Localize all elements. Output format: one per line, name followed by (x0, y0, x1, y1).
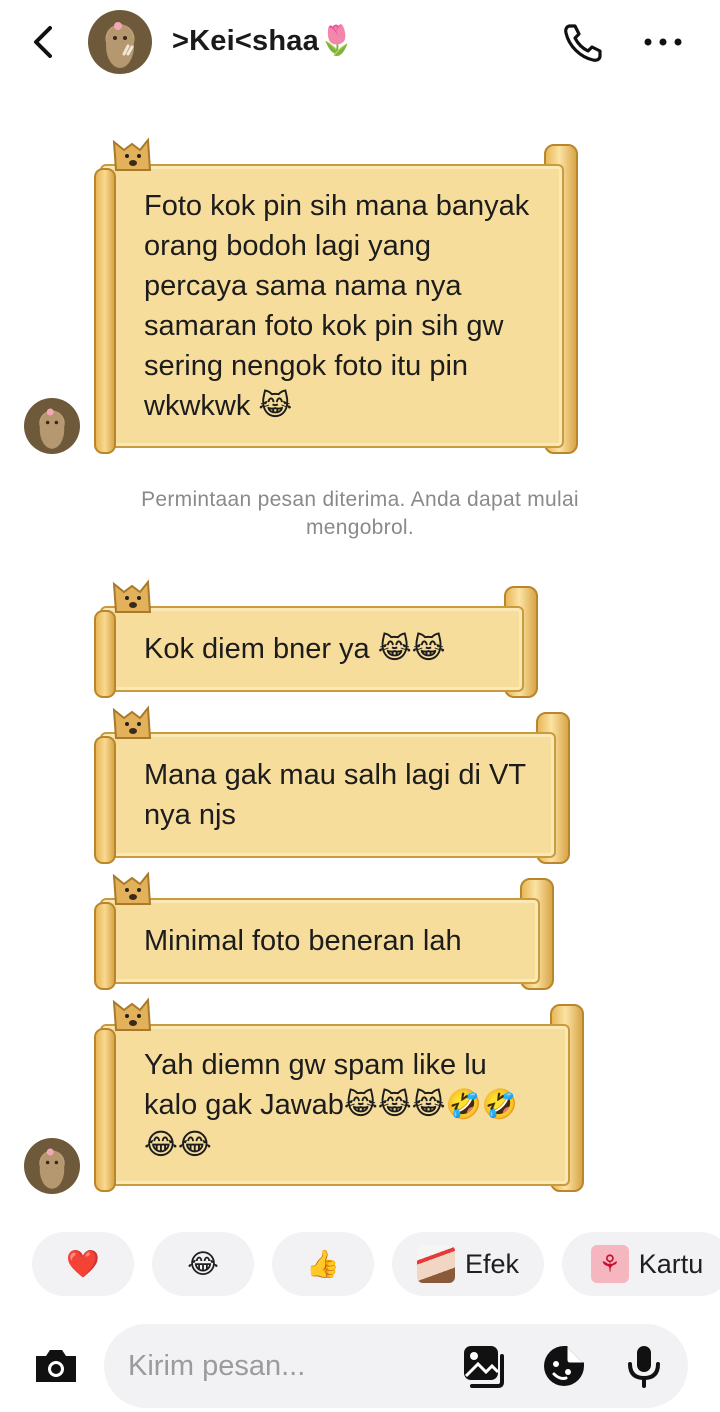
effect-button[interactable]: Efek (392, 1232, 544, 1296)
message-bubble[interactable]: Yah diemn gw spam like lu kalo gak Jawab… (94, 997, 584, 1192)
scroll-rod-decoration (94, 736, 116, 864)
quick-reactions-bar: ❤️ 😂 👍 Efek ⚘ Kartu (0, 1232, 720, 1300)
message-text: Yah diemn gw spam like lu kalo gak Jawab… (144, 1049, 518, 1161)
message-input[interactable] (104, 1324, 688, 1408)
microphone-icon (628, 1346, 660, 1388)
gallery-button[interactable] (460, 1342, 508, 1390)
sender-avatar[interactable] (24, 398, 80, 454)
card-button[interactable]: ⚘ Kartu (562, 1232, 720, 1296)
camera-button[interactable] (30, 1342, 82, 1390)
image-icon (464, 1346, 504, 1388)
heart-icon: ❤️ (66, 1249, 100, 1279)
contact-avatar[interactable] (88, 10, 152, 74)
scroll-rod-decoration (94, 1028, 116, 1192)
reaction-heart-button[interactable]: ❤️ (32, 1232, 134, 1296)
chat-header: >Kei<shaa🌷 (0, 0, 720, 88)
sticker-icon (544, 1346, 584, 1386)
message-bubble[interactable]: Minimal foto beneran lah (94, 871, 554, 990)
doge-icon (112, 579, 152, 613)
doge-icon (112, 705, 152, 739)
laughing-emoji-icon: 😂 (187, 1248, 219, 1279)
reaction-thumbs-up-button[interactable]: 👍 (272, 1232, 374, 1296)
scroll-rod-decoration (94, 610, 116, 698)
message-text: Minimal foto beneran lah (144, 925, 462, 957)
message-input-bar (0, 1320, 720, 1412)
message-text: Mana gak mau salh lagi di VT nya njs (144, 759, 526, 831)
effect-label: Efek (464, 1248, 520, 1279)
message-bubble[interactable]: Foto kok pin sih mana banyak orang bodoh… (94, 137, 578, 454)
more-options-button[interactable] (638, 24, 688, 60)
doge-icon (112, 137, 152, 171)
phone-icon (564, 24, 602, 62)
message-bubble[interactable]: Kok diem bner ya 😹😹 (94, 579, 538, 698)
avatar-image (106, 22, 134, 68)
thumbs-up-icon: 👍 (306, 1249, 340, 1279)
chat-thread[interactable]: Foto kok pin sih mana banyak orang bodoh… (0, 88, 720, 1228)
sticker-button[interactable] (540, 1342, 588, 1390)
doge-icon (112, 871, 152, 905)
gift-card-icon: ⚘ (590, 1245, 629, 1283)
system-note: Permintaan pesan diterima. Anda dapat mu… (141, 488, 579, 539)
sender-avatar[interactable] (24, 1138, 80, 1194)
message-text: Foto kok pin sih mana banyak orang bodoh… (144, 190, 530, 422)
message-text: Kok diem bner ya 😹😹 (144, 633, 446, 665)
reaction-laugh-button[interactable]: 😂 (152, 1232, 254, 1296)
more-horizontal-icon (644, 38, 682, 46)
effect-thumbnail (416, 1245, 455, 1283)
card-label: Kartu (638, 1248, 704, 1279)
contact-name[interactable]: >Kei<shaa🌷 (172, 24, 355, 58)
doge-icon (112, 997, 152, 1031)
call-button[interactable] (558, 18, 610, 68)
back-button[interactable] (22, 18, 66, 66)
camera-icon (36, 1350, 76, 1382)
scroll-rod-decoration (94, 168, 116, 454)
message-bubble[interactable]: Mana gak mau salh lagi di VT nya njs (94, 705, 570, 864)
voice-button[interactable] (620, 1342, 668, 1390)
chevron-left-icon (34, 26, 52, 58)
scroll-rod-decoration (94, 902, 116, 990)
